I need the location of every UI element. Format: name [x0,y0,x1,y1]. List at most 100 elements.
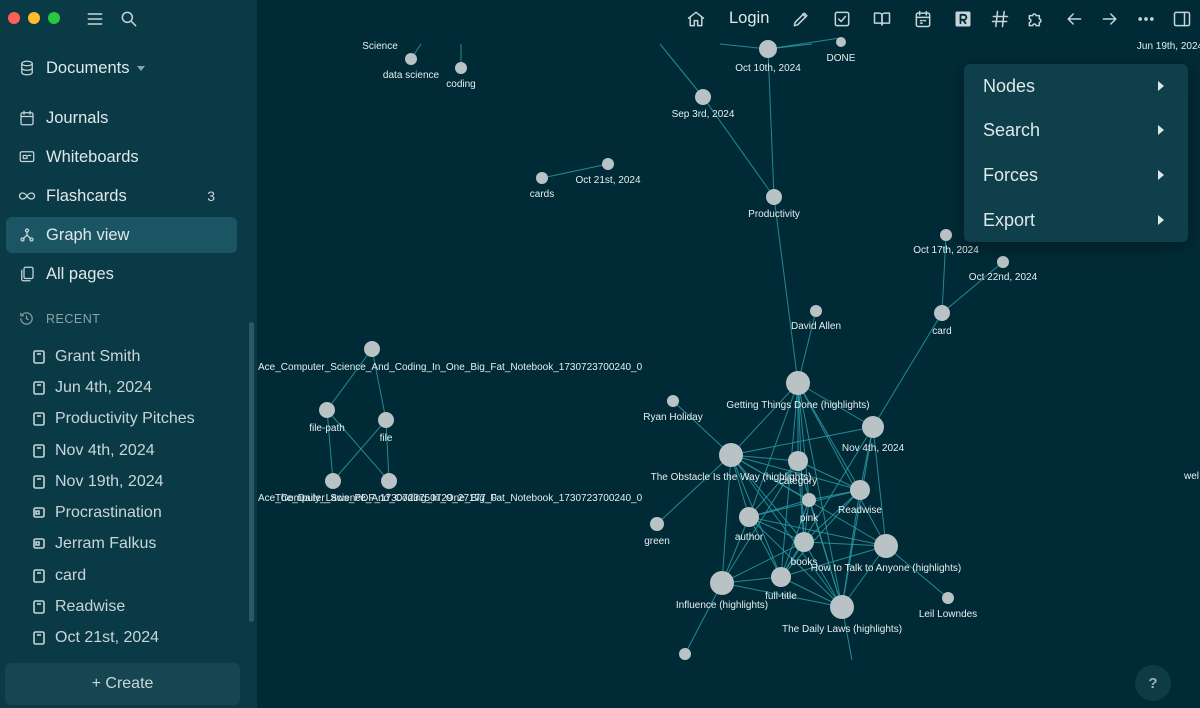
minimize-window-button[interactable] [28,12,40,24]
chevron-right-icon [1158,125,1164,135]
graph-node[interactable] [650,517,664,531]
graph-node[interactable] [830,595,854,619]
sidebar-item-flashcards[interactable]: Flashcards 3 [6,178,237,214]
recent-item[interactable]: Jerram Falkus [33,532,156,556]
arrow-left-icon[interactable] [1063,8,1085,30]
graph-node[interactable] [536,172,548,184]
readwise-icon[interactable] [952,8,974,30]
graph-node[interactable] [862,416,884,438]
graph-node[interactable] [940,229,952,241]
graph-node[interactable] [381,473,397,489]
recent-item[interactable]: Productivity Pitches [33,407,195,431]
help-button[interactable]: ? [1135,665,1171,701]
close-window-button[interactable] [8,12,20,24]
search-icon[interactable] [118,8,140,30]
graph-node-label: Nov 4th, 2024 [842,443,905,454]
graph-node[interactable] [679,648,691,660]
graph-node[interactable] [836,37,846,47]
documents-label: Documents [46,58,130,77]
recent-item[interactable]: Nov 4th, 2024 [33,439,155,463]
hashtag-icon[interactable] [989,8,1011,30]
graph-node[interactable] [874,534,898,558]
sidebar-item-label: Whiteboards [46,147,139,166]
graph-edge [326,409,334,482]
graph-node[interactable] [455,62,467,74]
whiteboard-icon [33,538,45,549]
recent-item[interactable]: Jun 4th, 2024 [33,376,152,400]
graph-icon [17,225,37,245]
maximize-window-button[interactable] [48,12,60,24]
sidebar-item-journals[interactable]: Journals [6,100,237,136]
graph-node[interactable] [405,53,417,65]
window-controls [8,12,60,24]
graph-node[interactable] [739,507,759,527]
menu-item-nodes[interactable]: Nodes [964,64,1188,108]
graph-node[interactable] [802,493,816,507]
graph-node[interactable] [319,402,335,418]
menu-item-label: Search [983,119,1041,140]
whiteboard-icon [17,147,37,167]
calendar-icon [17,108,37,128]
graph-node[interactable] [364,341,380,357]
graph-node[interactable] [378,412,394,428]
graph-node[interactable] [942,592,954,604]
recent-item[interactable]: Grant Smith [33,345,140,369]
graph-node[interactable] [786,371,810,395]
sidebar-item-whiteboards[interactable]: Whiteboards [6,139,237,175]
book-icon[interactable] [871,8,893,30]
menu-item-export[interactable]: Export [964,198,1188,242]
graph-node-label: Productivity [748,209,800,220]
graph-node[interactable] [810,305,822,317]
puzzle-icon[interactable] [1025,8,1047,30]
graph-node[interactable] [766,189,782,205]
graph-edge [803,541,887,547]
recent-heading-label: RECENT [46,311,101,326]
sidebar-toggle-icon[interactable] [1171,8,1193,30]
menu-icon[interactable] [84,8,106,30]
menu-item-search[interactable]: Search [964,108,1188,152]
recent-item[interactable]: Procrastination [33,501,162,525]
graph-node-label: Influence (highlights) [676,600,768,611]
login-button[interactable]: Login [729,9,769,28]
database-icon [17,58,37,78]
graph-node[interactable] [325,473,341,489]
more-icon[interactable] [1135,8,1157,30]
graph-node[interactable] [759,40,777,58]
graph-node[interactable] [667,395,679,407]
calendar-icon[interactable] [912,8,934,30]
recent-item[interactable]: Nov 19th, 2024 [33,470,164,494]
graph-node[interactable] [602,158,614,170]
sidebar-item-graph-view[interactable]: Graph view [6,217,237,253]
sidebar-item-all-pages[interactable]: All pages [6,256,237,292]
checkbox-icon[interactable] [831,8,853,30]
graph-node[interactable] [719,443,743,467]
recent-item[interactable]: Readwise [33,595,125,619]
graph-node[interactable] [997,256,1009,268]
documents-selector[interactable]: Documents [6,50,237,86]
graph-edge [659,43,704,98]
graph-node-label: wel [1183,471,1199,482]
graph-node-label: coding [446,79,475,90]
app-window: Science data science coding Oct 10th, 2024 D… [0,0,1200,708]
graph-node-label: cards [530,189,554,200]
sidebar-scrollbar[interactable] [249,322,254,622]
graph-node[interactable] [934,305,950,321]
graph-node[interactable] [710,571,734,595]
graph-edge [385,419,390,482]
home-icon[interactable] [685,8,707,30]
graph-node[interactable] [771,567,791,587]
recent-item[interactable]: Oct 21st, 2024 [33,626,159,650]
pencil-icon[interactable] [790,8,812,30]
chevron-right-icon [1158,215,1164,225]
graph-edge [371,348,387,421]
menu-item-label: Export [983,209,1036,230]
graph-node[interactable] [788,451,808,471]
recent-item[interactable]: card [33,564,86,588]
menu-item-forces[interactable]: Forces [964,153,1188,197]
graph-node[interactable] [850,480,870,500]
arrow-right-icon[interactable] [1099,8,1121,30]
create-button[interactable]: + Create [5,663,240,705]
graph-node[interactable] [695,89,711,105]
graph-node[interactable] [794,532,814,552]
graph-edge [656,454,732,525]
